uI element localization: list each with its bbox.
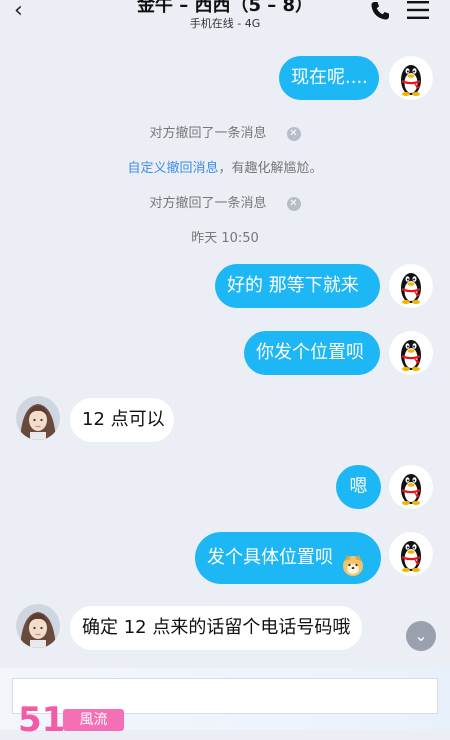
watermark-number: 51 [18, 700, 66, 740]
close-circle-icon[interactable]: ✕ [286, 196, 301, 211]
message-bubble-sent[interactable]: 发个具体位置呗 [195, 532, 381, 584]
qq-penguin-avatar[interactable] [389, 465, 433, 509]
message-list[interactable]: 现在呢.... 对方撤回了一条消息 ✕ 自定义撤回消息，有趣化解尴尬。 对方撤回了… [0, 30, 450, 670]
qq-penguin-avatar[interactable] [389, 331, 433, 375]
recall-text: 对方撤回了一条消息 [149, 126, 267, 141]
message-bubble-received[interactable]: 12 点可以 [70, 398, 174, 442]
watermark-tag: 風流 [63, 709, 124, 731]
system-notice: 对方撤回了一条消息 ✕ [0, 192, 450, 211]
menu-icon[interactable] [407, 1, 429, 19]
qq-penguin-avatar[interactable] [389, 56, 433, 100]
close-circle-icon[interactable]: ✕ [286, 126, 301, 141]
message-bubble-sent[interactable]: 你发个位置呗 [244, 331, 380, 375]
girl-avatar[interactable] [16, 396, 60, 440]
custom-recall-link[interactable]: 自定义撤回消息 [127, 161, 218, 176]
phone-icon[interactable] [368, 0, 392, 23]
chevron-down-icon[interactable]: ⌄ [406, 621, 436, 651]
qq-penguin-avatar[interactable] [389, 264, 433, 308]
system-notice: 对方撤回了一条消息 ✕ [0, 122, 450, 141]
custom-recall-text: ，有趣化解尴尬。 [218, 161, 323, 176]
recall-text: 对方撤回了一条消息 [149, 196, 267, 211]
qq-penguin-avatar[interactable] [389, 532, 433, 576]
timestamp: 昨天 10:50 [191, 231, 259, 246]
message-text: 发个具体位置呗 [207, 547, 333, 568]
girl-avatar[interactable] [16, 604, 60, 648]
system-tip: 自定义撤回消息，有趣化解尴尬。 [0, 157, 450, 176]
message-bubble-sent[interactable]: 好的 那等下就来 [215, 264, 380, 308]
message-bubble-sent[interactable]: 现在呢.... [279, 56, 379, 100]
chat-header: ‹ 金牛 – 西西（5 – 8） 手机在线 - 4G [0, 0, 450, 30]
message-bubble-sent[interactable]: 嗯 [336, 465, 381, 509]
message-bubble-received[interactable]: 确定 12 点来的话留个电话号码哦 [70, 606, 362, 650]
shiba-emoji [341, 546, 365, 576]
